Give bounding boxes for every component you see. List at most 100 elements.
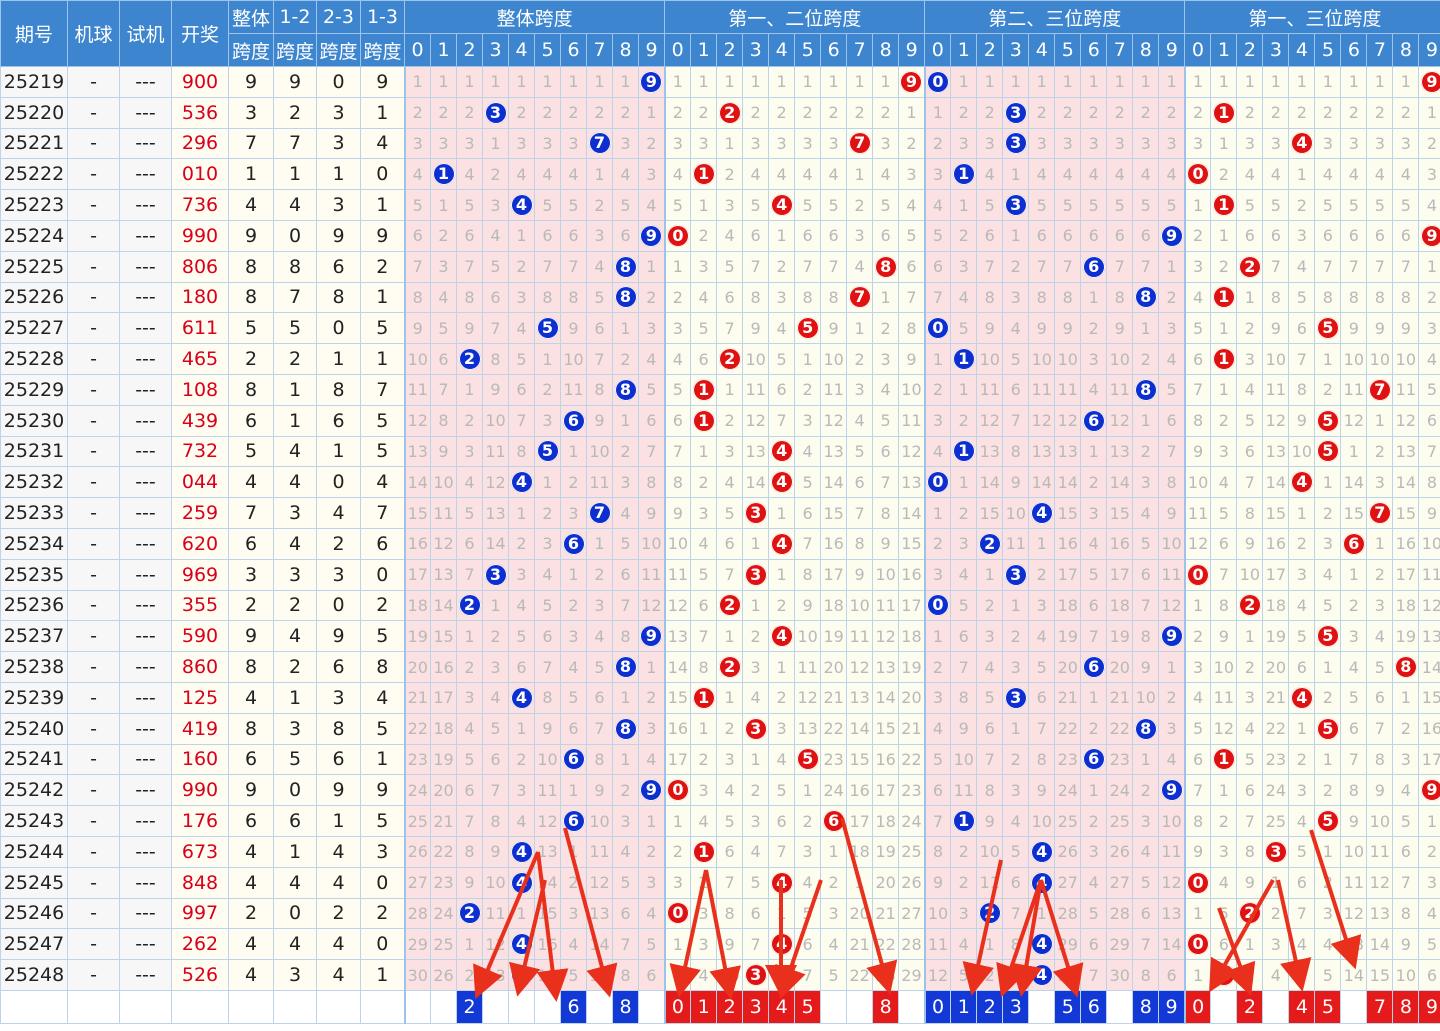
omission-cell: 2 xyxy=(1132,774,1160,807)
omission-cell: 2 xyxy=(1158,281,1186,314)
omission-cell: 6 xyxy=(1418,959,1440,991)
hit-ball-cell: 1 xyxy=(1210,343,1238,375)
open-number-cell: 860 xyxy=(171,651,229,683)
omission-cell: 4 xyxy=(1340,158,1368,191)
omission-cell: 11 xyxy=(1054,373,1082,406)
open-number-cell: 419 xyxy=(171,712,229,745)
period-cell: 25225 xyxy=(0,250,68,283)
omission-cell: 6 xyxy=(1366,219,1394,252)
digit-header: 9 xyxy=(898,33,926,67)
omission-cell: 17 xyxy=(1054,558,1082,591)
span-cell: 4 xyxy=(360,681,405,714)
omission-cell: 10 xyxy=(1054,343,1082,375)
omission-cell: 1 xyxy=(1080,774,1108,807)
hit-ball-cell: 9 xyxy=(1418,774,1440,807)
omission-cell: 2 xyxy=(976,589,1004,622)
omission-cell: 2 xyxy=(1080,805,1108,837)
omission-cell: 10 xyxy=(1236,558,1264,591)
summary-cell: 3 xyxy=(1002,989,1030,1024)
hit-ball-cell: 3 xyxy=(742,959,770,991)
omission-cell: 1 xyxy=(663,66,692,98)
omission-cell: 8 xyxy=(898,312,926,345)
open-number-cell: 176 xyxy=(171,805,229,837)
open-number-cell: 732 xyxy=(171,435,229,468)
omission-cell: 3 xyxy=(1236,343,1264,375)
hit-ball: 9 xyxy=(1160,779,1183,802)
omission-cell: 7 xyxy=(1183,373,1212,406)
omission-cell: 7 xyxy=(898,281,926,314)
omission-cell: 5 xyxy=(1028,189,1056,221)
omission-cell: 6 xyxy=(482,743,509,776)
summary-digit: 0 xyxy=(666,991,690,1023)
omission-cell: 4 xyxy=(456,712,483,745)
omission-cell: 13 xyxy=(872,651,900,683)
omission-cell: 9 xyxy=(716,928,744,961)
omission-cell: 22 xyxy=(898,743,926,776)
omission-cell: 4 xyxy=(1392,774,1420,807)
span-cell: 4 xyxy=(316,928,361,961)
omission-cell: 5 xyxy=(716,805,744,837)
omission-cell: 5 xyxy=(456,497,483,529)
omission-cell: 1 xyxy=(768,897,796,930)
omission-cell: 2 xyxy=(1210,404,1238,437)
table-row: 25236- --- 355 2 2 0 2 18 14 2 1 4 5 2 3 7 12 12 6 2 1 2 9 18 10… xyxy=(0,589,1440,622)
omission-cell: 13 xyxy=(534,835,561,868)
omission-cell: 10 xyxy=(1340,835,1368,868)
omission-cell: 4 xyxy=(716,774,744,807)
omission-cell: 7 xyxy=(1028,250,1056,283)
omission-cell: 10 xyxy=(1418,527,1440,560)
omission-cell: 5 xyxy=(1392,805,1420,837)
span-cell: 3 xyxy=(360,835,405,868)
period-cell: 25220 xyxy=(0,96,68,129)
omission-cell: 7 xyxy=(1132,250,1160,283)
omission-cell: 2 xyxy=(612,343,639,375)
omission-cell: 1 xyxy=(508,66,535,98)
omission-cell: 5 xyxy=(1288,835,1316,868)
omission-cell: 18 xyxy=(898,620,926,653)
omission-cell: 5 xyxy=(794,466,822,499)
omission-cell: 2 xyxy=(1132,435,1160,468)
table-row: 25228- --- 465 2 2 1 1 10 6 2 8 5 1 10 7 2 4 4 6 2 10 5 1 10 2 3 9… xyxy=(0,343,1440,375)
omission-cell: 5 xyxy=(794,189,822,221)
omission-cell: 1 xyxy=(768,651,796,683)
omission-cell: 1 xyxy=(820,835,848,868)
span-cell: 9 xyxy=(228,620,274,653)
omission-cell: 9 xyxy=(898,343,926,375)
omission-cell: 4 xyxy=(1236,712,1264,745)
omission-cell: 3 xyxy=(1314,897,1342,930)
span-cell: 8 xyxy=(316,373,361,406)
omission-cell: 7 xyxy=(534,651,561,683)
summary-digit: 9 xyxy=(1419,991,1440,1023)
omission-cell: 3 xyxy=(1262,928,1290,961)
omission-cell: 1 xyxy=(1262,866,1290,899)
span-cell: 1 xyxy=(316,805,361,837)
omission-cell: 2 xyxy=(923,527,952,560)
omission-cell: 1 xyxy=(768,66,796,98)
span-cell: 2 xyxy=(273,96,317,129)
omission-cell: 4 xyxy=(1392,158,1420,191)
hit-ball: 0 xyxy=(1187,563,1210,586)
span-cell: 3 xyxy=(273,497,317,529)
omission-cell: 8 xyxy=(1314,281,1342,314)
hit-ball: 8 xyxy=(614,717,637,740)
omission-cell: 3 xyxy=(1183,250,1212,283)
omission-cell: 4 xyxy=(534,158,561,191)
omission-cell: 15 xyxy=(430,620,457,653)
omission-cell: 22 xyxy=(846,959,874,991)
span-cell: 1 xyxy=(360,281,405,314)
omission-cell: 7 xyxy=(923,805,952,837)
period-cell: 25240 xyxy=(0,712,68,745)
omission-cell: 10 xyxy=(586,805,613,837)
omission-cell: 2 xyxy=(950,835,978,868)
span-cell: 7 xyxy=(228,497,274,529)
hit-ball: 0 xyxy=(1187,163,1210,186)
omission-cell: 4 xyxy=(663,158,692,191)
omission-cell: 5 xyxy=(923,743,952,776)
omission-cell: 12 xyxy=(1340,404,1368,437)
omission-cell: 26 xyxy=(1106,835,1134,868)
hit-ball: 2 xyxy=(718,594,741,617)
omission-cell: 2 xyxy=(1314,497,1342,529)
omission-cell: 2 xyxy=(1210,250,1238,283)
span-cell: 9 xyxy=(360,219,405,252)
omission-cell: 7 xyxy=(1340,250,1368,283)
